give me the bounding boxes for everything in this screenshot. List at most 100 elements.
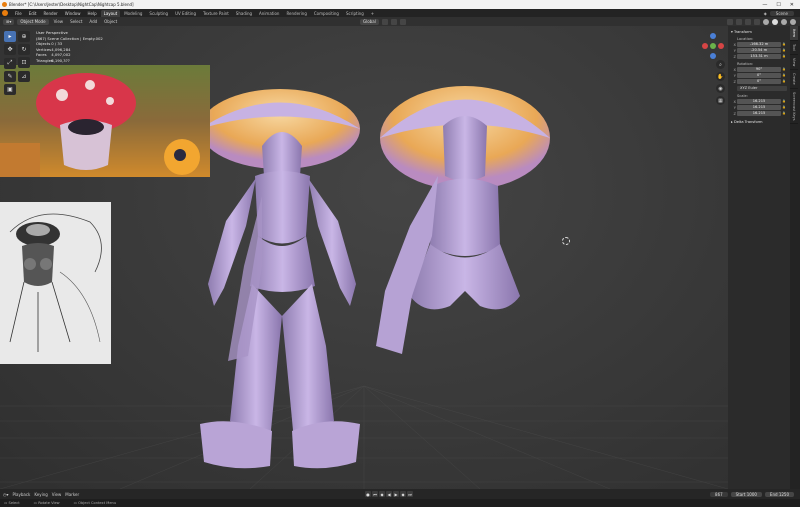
- navigation-gizmo[interactable]: [700, 28, 726, 62]
- pan-hand-icon[interactable]: ✋: [716, 72, 725, 81]
- lock-icon[interactable]: 🔒: [782, 54, 787, 59]
- editor-type-button[interactable]: ⊞▾: [3, 18, 15, 25]
- play-reverse-icon[interactable]: ◀: [386, 491, 392, 497]
- figure-left[interactable]: [200, 89, 360, 469]
- scale-tool[interactable]: ⤢: [4, 57, 16, 69]
- tab-screencast-keys[interactable]: Screencast Keys: [790, 89, 798, 125]
- tab-tool[interactable]: Tool: [790, 41, 798, 55]
- 3d-viewport[interactable]: ▸ ⊕ ✥ ↻ ⤢ ⊡ ✎ ⊿ ▣ User Perspective (867) Sce…: [0, 26, 728, 489]
- start-frame-field[interactable]: Start 1000: [730, 491, 762, 497]
- measure-tool[interactable]: ⊿: [18, 70, 30, 82]
- tab-scripting[interactable]: Scripting: [343, 10, 367, 17]
- scale-y-field[interactable]: 16.215: [737, 105, 781, 110]
- rotation-mode-dropdown[interactable]: XYZ Euler: [737, 86, 787, 91]
- menu-render[interactable]: Render: [40, 11, 60, 16]
- snap-icon[interactable]: [390, 18, 397, 25]
- menu-marker[interactable]: Marker: [65, 492, 79, 497]
- cursor-tool[interactable]: ⊕: [18, 31, 30, 42]
- tab-uv-editing[interactable]: UV Editing: [172, 10, 199, 17]
- menu-file[interactable]: File: [12, 11, 25, 16]
- tab-compositing[interactable]: Compositing: [311, 10, 342, 17]
- tab-texture-paint[interactable]: Texture Paint: [200, 10, 232, 17]
- move-tool[interactable]: ✥: [4, 44, 16, 55]
- lock-icon[interactable]: 🔒: [782, 105, 787, 110]
- location-x-field[interactable]: -166.32 m: [737, 42, 781, 47]
- lock-icon[interactable]: 🔒: [782, 99, 787, 104]
- transform-header[interactable]: ▾ Transform: [731, 30, 787, 34]
- lock-icon[interactable]: 🔒: [782, 73, 787, 78]
- transform-tool[interactable]: ⊡: [18, 57, 30, 68]
- tab-modeling[interactable]: Modeling: [121, 10, 145, 17]
- mode-selector[interactable]: Object Mode: [17, 18, 49, 25]
- menu-object[interactable]: Object: [102, 19, 119, 24]
- blender-logo-icon[interactable]: [2, 10, 8, 16]
- rotate-tool[interactable]: ↻: [18, 44, 30, 55]
- scale-z-field[interactable]: 16.215: [737, 111, 781, 116]
- camera-view-icon[interactable]: ◉: [716, 84, 725, 93]
- figure-right[interactable]: [376, 86, 550, 354]
- prev-keyframe-icon[interactable]: ◆: [379, 491, 385, 497]
- current-frame-field[interactable]: 867: [710, 491, 728, 497]
- material-shading-icon[interactable]: [781, 18, 787, 25]
- solid-shading-icon[interactable]: [772, 18, 778, 25]
- menu-help[interactable]: Help: [84, 11, 99, 16]
- location-y-field[interactable]: -20.54 m: [737, 48, 781, 53]
- menu-playback[interactable]: Playback: [13, 492, 31, 497]
- tab-view[interactable]: View: [790, 55, 798, 71]
- proportional-edit-icon[interactable]: [399, 18, 406, 25]
- jump-start-icon[interactable]: ⏮: [372, 491, 378, 497]
- tab-create[interactable]: Create: [790, 70, 798, 89]
- lock-icon[interactable]: 🔒: [782, 42, 787, 47]
- visibility-icon[interactable]: [727, 18, 733, 25]
- record-icon[interactable]: ●: [365, 491, 371, 497]
- menu-window[interactable]: Window: [62, 11, 84, 16]
- lock-icon[interactable]: 🔒: [782, 67, 787, 72]
- reference-image-render[interactable]: [0, 65, 210, 177]
- maximize-button[interactable]: ☐: [776, 2, 780, 8]
- menu-add[interactable]: Add: [87, 19, 99, 24]
- select-box-tool[interactable]: ▸: [4, 31, 16, 42]
- rendered-shading-icon[interactable]: [790, 18, 796, 25]
- menu-edit[interactable]: Edit: [26, 11, 40, 16]
- annotate-tool[interactable]: ✎: [4, 70, 16, 82]
- reference-image-sketch[interactable]: [0, 202, 111, 364]
- next-keyframe-icon[interactable]: ◆: [400, 491, 406, 497]
- play-icon[interactable]: ▶: [393, 491, 399, 497]
- menu-timeline-view[interactable]: View: [52, 492, 62, 497]
- tab-animation[interactable]: Animation: [256, 10, 282, 17]
- gizmo-toggle-icon[interactable]: [736, 18, 742, 25]
- rotation-z-field[interactable]: 0°: [737, 79, 781, 84]
- menu-select[interactable]: Select: [68, 19, 84, 24]
- rotation-x-field[interactable]: 90°: [737, 67, 781, 72]
- 3d-cursor-icon[interactable]: [562, 237, 570, 245]
- end-frame-field[interactable]: End 1250: [764, 491, 794, 497]
- delta-transform-header[interactable]: ▸ Delta Transform: [731, 120, 787, 124]
- scene-selector[interactable]: Scene: [769, 10, 794, 16]
- lock-icon[interactable]: 🔒: [782, 48, 787, 53]
- tab-layout[interactable]: Layout: [100, 9, 121, 17]
- tab-rendering[interactable]: Rendering: [283, 10, 309, 17]
- rotation-y-field[interactable]: 0°: [737, 73, 781, 78]
- scale-x-field[interactable]: 16.215: [737, 99, 781, 104]
- timeline-editor-icon[interactable]: ◷▾: [3, 492, 9, 497]
- tab-shading[interactable]: Shading: [233, 10, 255, 17]
- menu-keying[interactable]: Keying: [34, 492, 47, 497]
- xray-toggle-icon[interactable]: [754, 18, 760, 25]
- menu-view[interactable]: View: [52, 19, 66, 24]
- tab-item[interactable]: Item: [790, 26, 798, 41]
- zoom-icon[interactable]: ⌕: [716, 60, 725, 69]
- minimize-button[interactable]: —: [762, 2, 767, 8]
- add-workspace-button[interactable]: +: [368, 10, 377, 17]
- wireframe-shading-icon[interactable]: [763, 18, 769, 25]
- perspective-toggle-icon[interactable]: ▦: [716, 96, 725, 105]
- add-cube-tool[interactable]: ▣: [4, 83, 16, 95]
- lock-icon[interactable]: 🔒: [782, 79, 787, 84]
- overlay-toggle-icon[interactable]: [745, 18, 751, 25]
- lock-icon[interactable]: 🔒: [782, 111, 787, 116]
- tab-sculpting[interactable]: Sculpting: [146, 10, 171, 17]
- location-z-field[interactable]: 153.31 m: [737, 54, 781, 59]
- transform-orientation-selector[interactable]: Global: [360, 18, 379, 25]
- jump-end-icon[interactable]: ⏭: [407, 491, 413, 497]
- pivot-icon[interactable]: [381, 18, 388, 25]
- close-button[interactable]: ✕: [790, 2, 794, 8]
